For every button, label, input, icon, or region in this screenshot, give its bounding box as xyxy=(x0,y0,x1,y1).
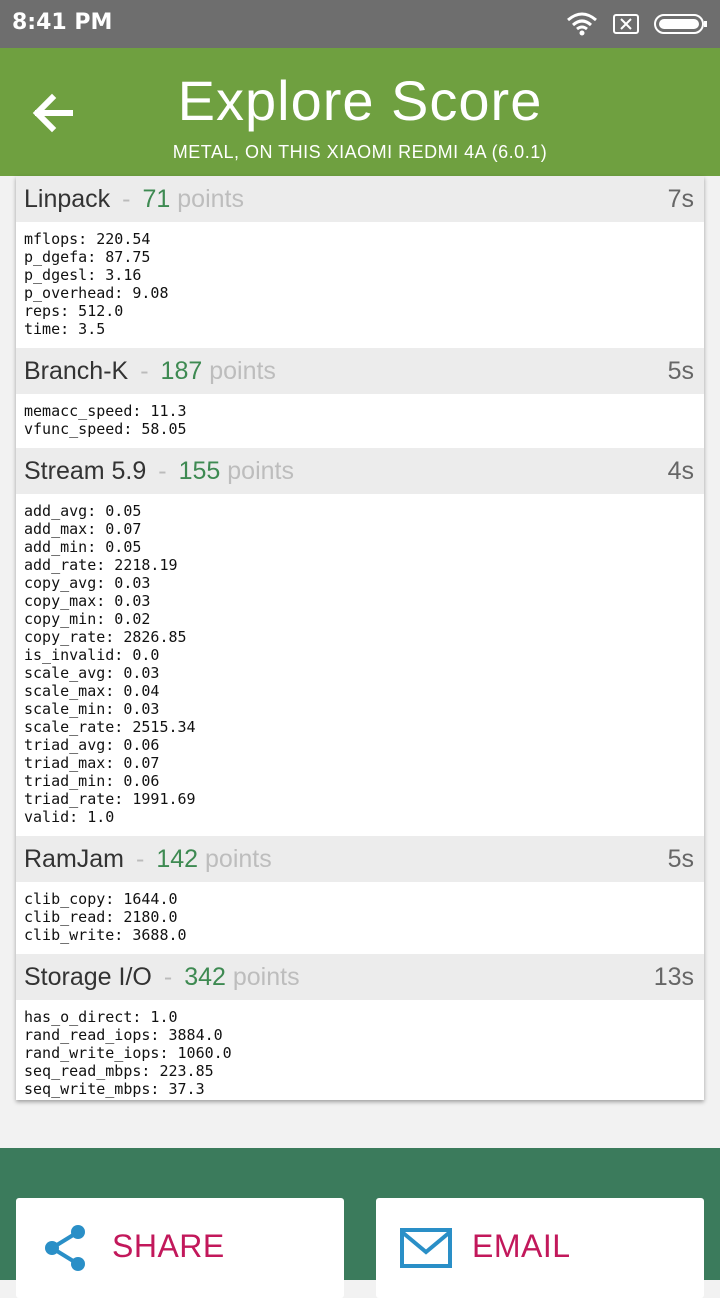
benchmark-duration: 5s xyxy=(667,845,694,873)
metric-line: time: 3.5 xyxy=(24,320,106,338)
no-sim-icon xyxy=(613,14,639,34)
benchmark-duration: 7s xyxy=(667,185,694,213)
benchmark-header: Storage I/O -342 points 13s xyxy=(16,954,704,1000)
points-label: points xyxy=(205,845,272,873)
benchmark-metrics: memacc_speed: 11.3 vfunc_speed: 58.05 xyxy=(16,394,704,448)
action-bar: SHARE EMAIL xyxy=(0,1148,720,1298)
benchmark-name: Stream 5.9 xyxy=(24,457,147,485)
title-separator: - xyxy=(136,845,145,873)
status-icons xyxy=(566,10,708,38)
benchmark-name: RamJam xyxy=(24,845,125,873)
benchmark-duration: 13s xyxy=(653,963,694,991)
metric-line: memacc_speed: 11.3 xyxy=(24,402,187,420)
share-icon xyxy=(45,1225,85,1271)
mail-icon xyxy=(400,1228,452,1268)
benchmark-metrics: clib_copy: 1644.0 clib_read: 2180.0 clib_w… xyxy=(16,882,704,954)
metric-line: valid: 1.0 xyxy=(24,808,115,826)
metric-line: clib_write: 3688.0 xyxy=(24,926,187,944)
metric-line: copy_rate: 2826.85 xyxy=(24,628,187,646)
benchmark-title: Linpack -71 points xyxy=(24,185,244,214)
benchmark-header: RamJam -142 points 5s xyxy=(16,836,704,882)
benchmark-title: Storage I/O -342 points xyxy=(24,963,300,992)
metric-line: p_dgesl: 3.16 xyxy=(24,266,142,284)
status-bar: 8:41 PM xyxy=(0,0,720,48)
metric-line: seq_read_mbps: 223.85 xyxy=(24,1062,214,1080)
share-button[interactable]: SHARE xyxy=(16,1198,344,1298)
status-time: 8:41 PM xyxy=(12,10,113,35)
metric-line: scale_avg: 0.03 xyxy=(24,664,160,682)
share-label: SHARE xyxy=(112,1228,225,1264)
benchmark-header: Branch-K -187 points 5s xyxy=(16,348,704,394)
results-card[interactable]: Linpack -71 points 7s mflops: 220.54 p_dgefa… xyxy=(16,176,704,1100)
points-label: points xyxy=(232,963,300,991)
title-separator: - xyxy=(158,457,167,485)
benchmark-duration: 4s xyxy=(667,457,694,485)
page-title: Explore Score xyxy=(177,69,543,132)
metric-line: has_o_direct: 1.0 xyxy=(24,1008,178,1026)
benchmark-name: Branch-K xyxy=(24,357,129,385)
metric-line: add_rate: 2218.19 xyxy=(24,556,178,574)
benchmark-header: Stream 5.9-155 points 4s xyxy=(16,448,704,494)
metric-line: scale_min: 0.03 xyxy=(24,700,160,718)
benchmark-title: Stream 5.9-155 points xyxy=(24,457,294,486)
benchmark-metrics: add_avg: 0.05 add_max: 0.07 add_min: 0.05 a… xyxy=(16,494,704,836)
metric-line: vfunc_speed: 58.05 xyxy=(24,420,187,438)
benchmark-name: Storage I/O xyxy=(24,963,152,991)
benchmark-score: 187 xyxy=(160,357,203,385)
metric-line: copy_min: 0.02 xyxy=(24,610,151,628)
title-separator: - xyxy=(122,185,131,213)
metric-line: add_avg: 0.05 xyxy=(24,502,142,520)
metric-line: rand_read_iops: 3884.0 xyxy=(24,1026,223,1044)
benchmark-metrics: mflops: 220.54 p_dgefa: 87.75 p_dgesl: 3.1… xyxy=(16,222,704,348)
benchmark-title: Branch-K -187 points xyxy=(24,357,276,386)
metric-line: add_min: 0.05 xyxy=(24,538,142,556)
app-bar: Explore Score METAL, ON THIS XIAOMI REDM… xyxy=(0,48,720,176)
benchmark-title: RamJam -142 points xyxy=(24,845,272,874)
title-separator: - xyxy=(163,963,173,991)
metric-line: scale_rate: 2515.34 xyxy=(24,718,196,736)
wifi-icon xyxy=(567,12,597,36)
metric-line: clib_copy: 1644.0 xyxy=(24,890,178,908)
benchmark-score: 71 xyxy=(142,185,171,213)
benchmark-metrics: has_o_direct: 1.0 rand_read_iops: 3884.0 r… xyxy=(16,1000,704,1100)
metric-line: scale_max: 0.04 xyxy=(24,682,160,700)
metric-line: triad_max: 0.07 xyxy=(24,754,160,772)
metric-line: triad_rate: 1991.69 xyxy=(24,790,196,808)
points-label: points xyxy=(227,457,294,485)
metric-line: clib_read: 2180.0 xyxy=(24,908,178,926)
metric-line: triad_min: 0.06 xyxy=(24,772,160,790)
metric-line: copy_avg: 0.03 xyxy=(24,574,151,592)
benchmark-header: Linpack -71 points 7s xyxy=(16,176,704,222)
metric-line: add_max: 0.07 xyxy=(24,520,142,538)
benchmark-score: 155 xyxy=(178,457,221,485)
metric-line: mflops: 220.54 xyxy=(24,230,151,248)
metric-line: reps: 512.0 xyxy=(24,302,124,320)
metric-line: p_overhead: 9.08 xyxy=(24,284,169,302)
page-subtitle: METAL, ON THIS XIAOMI REDMI 4A (6.0.1) xyxy=(172,142,548,162)
benchmark-duration: 5s xyxy=(667,357,694,385)
email-label: EMAIL xyxy=(472,1228,571,1264)
benchmark-score: 142 xyxy=(156,845,199,873)
metric-line: rand_write_iops: 1060.0 xyxy=(24,1044,232,1062)
email-button[interactable]: EMAIL xyxy=(376,1198,704,1298)
metric-line: p_dgefa: 87.75 xyxy=(24,248,151,266)
benchmark-name: Linpack xyxy=(24,185,111,213)
points-label: points xyxy=(177,185,244,213)
points-label: points xyxy=(209,357,276,385)
metric-line: seq_write_mbps: 37.3 xyxy=(24,1080,205,1098)
battery-icon xyxy=(654,14,707,34)
metric-line: copy_max: 0.03 xyxy=(24,592,151,610)
title-separator: - xyxy=(140,357,149,385)
benchmark-score: 342 xyxy=(184,963,226,991)
metric-line: triad_avg: 0.06 xyxy=(24,736,160,754)
metric-line: is_invalid: 0.0 xyxy=(24,646,160,664)
